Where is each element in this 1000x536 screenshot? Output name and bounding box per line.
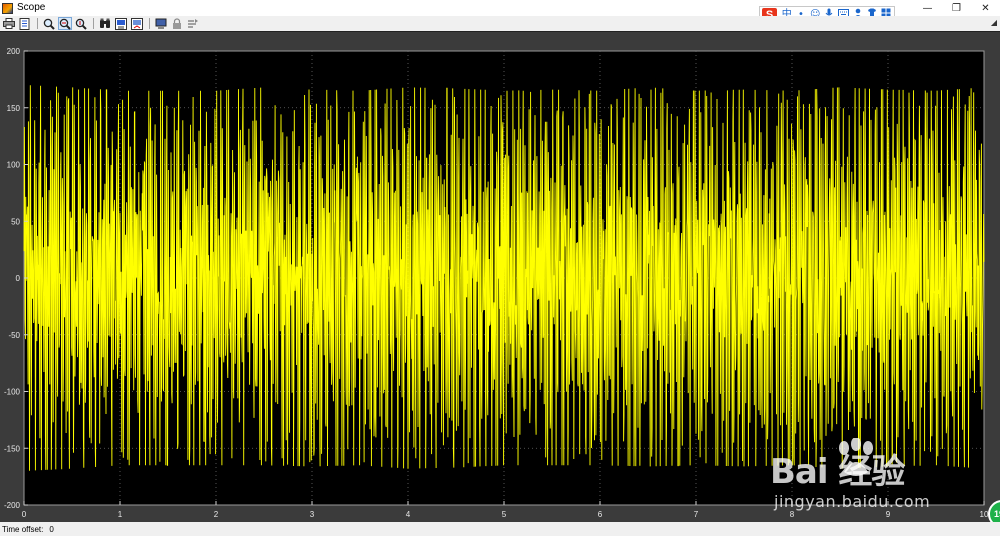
close-button[interactable]: ✕ <box>971 0 1000 16</box>
y-tick-label: -150 <box>4 444 21 453</box>
time-offset-value: 0 <box>49 524 54 534</box>
minimize-button[interactable]: — <box>913 0 942 16</box>
y-tick-label: -50 <box>8 331 20 340</box>
toolbar-separator <box>149 18 150 29</box>
toolbar-overflow-icon[interactable]: ◢ <box>991 18 997 27</box>
x-tick-label: 7 <box>694 510 699 519</box>
restore-axes-button[interactable] <box>130 17 144 30</box>
y-tick-label: -200 <box>4 501 21 510</box>
zoom-x-button[interactable] <box>58 17 72 30</box>
y-tick-label: 200 <box>7 47 21 56</box>
y-tick-label: 0 <box>16 274 21 283</box>
parameters-icon <box>19 17 30 30</box>
restore-button[interactable]: ❐ <box>942 0 971 16</box>
paw-icon <box>839 438 873 476</box>
zoom-y-button[interactable] <box>74 17 88 30</box>
time-offset-label: Time offset: <box>2 524 44 534</box>
restore-axes-icon <box>131 17 143 30</box>
parameters-button[interactable] <box>18 17 32 30</box>
x-tick-label: 2 <box>214 510 219 519</box>
watermark-url: jingyan.baidu.com <box>774 492 931 511</box>
status-bar: Time offset: 0 <box>0 522 1000 536</box>
y-tick-label: 150 <box>7 104 21 113</box>
matlab-icon <box>2 2 13 14</box>
printer-icon <box>3 18 15 29</box>
floating-scope-icon <box>155 18 167 29</box>
zoom-y-icon <box>75 18 87 30</box>
x-tick-label: 4 <box>406 510 411 519</box>
x-tick-label: 6 <box>598 510 603 519</box>
zoom-x-icon <box>59 18 71 30</box>
x-tick-label: 0 <box>22 510 27 519</box>
y-tick-label: 100 <box>7 161 21 170</box>
print-button[interactable] <box>2 17 16 30</box>
lock-axes-button[interactable] <box>170 17 184 30</box>
x-tick-label: 5 <box>502 510 507 519</box>
window-controls: — ❐ ✕ <box>913 0 1000 16</box>
scope-toolbar: ◢ <box>0 16 1000 31</box>
toolbar-separator <box>37 18 38 29</box>
save-axes-icon <box>115 17 127 30</box>
signal-selection-icon <box>188 18 198 28</box>
lock-icon <box>173 17 181 29</box>
save-axes-button[interactable] <box>114 17 128 30</box>
floating-scope-button[interactable] <box>154 17 168 30</box>
zoom-in-icon <box>43 18 55 30</box>
toolbar-separator <box>93 18 94 29</box>
autoscale-button[interactable] <box>98 17 112 30</box>
window-title: Scope <box>17 2 46 13</box>
y-tick-label: -100 <box>4 388 21 397</box>
binoculars-icon <box>100 18 110 28</box>
x-tick-label: 3 <box>310 510 315 519</box>
x-tick-label: 1 <box>118 510 123 519</box>
zoom-button[interactable] <box>42 17 56 30</box>
baidu-jingyan-watermark: Bai 经验 jingyan.baidu.com <box>770 438 950 518</box>
signal-selection-button[interactable] <box>186 17 200 30</box>
y-tick-label: 50 <box>11 217 20 226</box>
